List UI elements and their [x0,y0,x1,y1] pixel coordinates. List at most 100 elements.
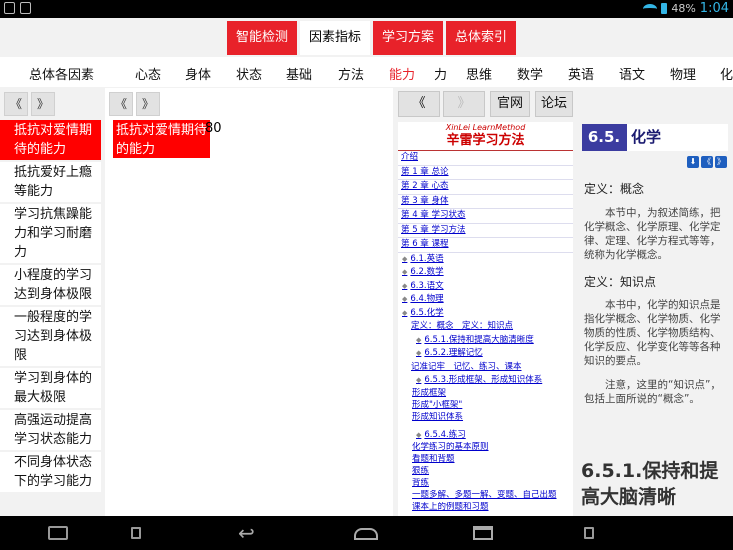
book-next-button[interactable]: 》 [443,91,485,117]
toc-subsection-label: 6.5.化学 [410,307,444,318]
screenshot-icon [4,2,15,14]
recent-apps-icon[interactable] [473,526,493,540]
category-english[interactable]: 英语 [568,64,594,83]
section-header: 6.5. 化学 [582,124,728,151]
toc-chapter-link[interactable]: 第 2 章 心态 [398,180,573,195]
ability-list: 抵抗对爱情期待的能力 抵抗爱好上瘾等能力 学习抗焦躁能力和学习耐磨力 小程度的学… [0,120,103,494]
category-force[interactable]: 力 [434,64,447,83]
diamond-icon: ◆ [416,430,422,439]
toc-subsection[interactable]: ◆ 6.3.语文 [398,280,573,294]
toc-subsection-label: 6.5.2.理解记忆 [424,348,483,358]
diamond-icon: ◆ [402,295,408,303]
tab-factor-index[interactable]: 因素指标 [300,21,371,55]
toc-chapter-link[interactable]: 第 6 章 课程 [398,238,573,253]
tab-study-plan[interactable]: 学习方案 [373,21,444,55]
toc-item-link[interactable]: 背练 [398,478,573,489]
section-title: 化学 [627,124,728,151]
top-tab-bar: 智能检测 因素指标 学习方案 总体索引 [227,21,517,55]
system-nav-bar: ↩ [0,516,733,550]
toc-item-link[interactable]: 形成"小框架" [398,400,573,411]
category-math[interactable]: 数学 [517,64,543,83]
diamond-icon: ◆ [402,268,408,276]
definition-heading: 定义：知识点 [584,275,657,289]
toc-item-link[interactable]: 记准记牢 记忆、练习、课本 [398,361,573,375]
toc-item-link[interactable]: 形成框架 [398,388,573,399]
prev-page-icon[interactable]: 《 [701,156,713,168]
category-foundation[interactable]: 基础 [286,64,312,83]
toc-chapter-link[interactable]: 第 1 章 总论 [398,166,573,180]
toc-item-link[interactable]: 化学练习的基本原则 [398,442,573,453]
notification-icons [4,2,31,14]
diamond-icon: ◆ [402,308,408,317]
col1-prev-button[interactable]: 《 [4,92,28,116]
category-ability[interactable]: 能力 [389,64,415,83]
section-number: 6.5. [587,128,621,146]
book-header: XinLei LearnMethod 辛雷学习方法 [398,122,573,151]
list-item[interactable]: 不同身体状态下的学习能力 [0,452,101,492]
col2-next-button[interactable]: 》 [136,92,160,116]
toc-chapter-link[interactable]: 第 5 章 学习方法 [398,224,573,238]
toc-subsection[interactable]: ◆ 6.1.英语 [398,253,573,267]
toc-subsection[interactable]: ◆ 6.2.数学 [398,266,573,280]
toc-subsection[interactable]: ◆ 6.5.3.形成框架、形成知识体系 [398,374,573,388]
battery-level: 48% [671,2,696,15]
category-body[interactable]: 身体 [185,64,211,83]
toc-subsection[interactable]: ◆ 6.5.2.理解记忆 [398,347,573,361]
toc-chapter-link[interactable]: 第 4 章 学习状态 [398,209,573,224]
tab-smart-detect[interactable]: 智能检测 [227,21,298,55]
book-toc: XinLei LearnMethod 辛雷学习方法 介绍 第 1 章 总论 第 … [398,122,573,516]
status-right: 48% 1:04 [643,1,729,16]
toc-subsection-label: 6.2.数学 [410,267,444,277]
category-physics[interactable]: 物理 [670,64,696,83]
diamond-icon: ◆ [402,254,408,263]
toc-subsection[interactable]: ◆ 6.5.化学 [398,307,573,321]
category-thinking[interactable]: 思维 [466,64,492,83]
toc-subsection[interactable]: ◆ 6.5.4.练习 [398,429,573,443]
definition-text: 本节中，为叙述简练，把化学概念、化学原理、化学定律、定理、化学方程式等等，统称为… [584,207,721,261]
toc-item-link[interactable]: 课本上的例题和习题 [398,502,573,513]
list-item[interactable]: 抵抗爱好上瘾等能力 [0,162,101,202]
status-bar: 48% 1:04 [0,0,733,18]
forum-button[interactable]: 论坛 [535,91,573,117]
toc-item-link[interactable]: 看题和背题 [398,454,573,465]
scroll-down-icon[interactable]: ⬇ [687,156,699,168]
next-page-icon[interactable]: 》 [715,156,727,168]
category-chemistry[interactable]: 化 [720,64,733,83]
book-prev-button[interactable]: 《 [398,91,440,117]
list-item[interactable]: 高强运动提高学习状态能力 [0,410,101,450]
toc-subsection[interactable]: ◆ 6.5.1.保持和提高大脑清晰度 [398,334,573,348]
category-chinese[interactable]: 语文 [619,64,645,83]
toc-definition-links[interactable]: 定义：概念 定义：知识点 [398,320,573,334]
toc-item-link[interactable]: 形成知识体系 [398,412,573,423]
list-item[interactable]: 学习抗焦躁能力和学习耐磨力 [0,204,101,263]
category-method[interactable]: 方法 [338,64,364,83]
category-all-factors[interactable]: 总体各因素 [29,64,94,83]
list-item[interactable]: 学习到身体的最大极限 [0,368,101,408]
selected-factor[interactable]: 抵抗对爱情期待的能力 [113,120,210,158]
toc-intro-link[interactable]: 介绍 [398,151,573,166]
camera-icon[interactable] [48,526,68,540]
category-state[interactable]: 状态 [236,64,262,83]
toc-subsection-label: 6.5.3.形成框架、形成知识体系 [424,375,543,385]
toc-subsection-label: 6.4.物理 [410,294,444,304]
tab-overall-index[interactable]: 总体索引 [446,21,517,55]
list-item[interactable]: 一般程度的学习达到身体极限 [0,307,101,366]
toc-item-link[interactable]: 狠练 [398,466,573,477]
category-mindset[interactable]: 心态 [135,64,161,83]
col2-prev-button[interactable]: 《 [109,92,133,116]
ability-list-column: 《 》 抵抗对爱情期待的能力 抵抗爱好上瘾等能力 学习抗焦躁能力和学习耐磨力 小… [0,88,103,516]
toc-item-link[interactable]: 一题多解、多题一解、变题、自己出题 [398,490,573,501]
toc-chapter-link[interactable]: 第 3 章 身体 [398,195,573,209]
detail-column: 《 》 抵抗对爱情期待的能力 80 [105,88,393,516]
list-item[interactable]: 抵抗对爱情期待的能力 [0,120,101,160]
volume-up-icon[interactable] [584,527,594,539]
col1-next-button[interactable]: 》 [31,92,55,116]
back-icon[interactable]: ↩ [238,523,255,543]
toc-subsection-label: 6.5.4.练习 [424,429,466,440]
toc-subsection-label: 6.5.1.保持和提高大脑清晰度 [424,334,534,345]
volume-down-icon[interactable] [131,527,141,539]
toc-subsection[interactable]: ◆ 6.4.物理 [398,293,573,307]
official-site-button[interactable]: 官网 [490,91,530,117]
home-icon[interactable] [354,528,378,540]
list-item[interactable]: 小程度的学习达到身体极限 [0,265,101,305]
